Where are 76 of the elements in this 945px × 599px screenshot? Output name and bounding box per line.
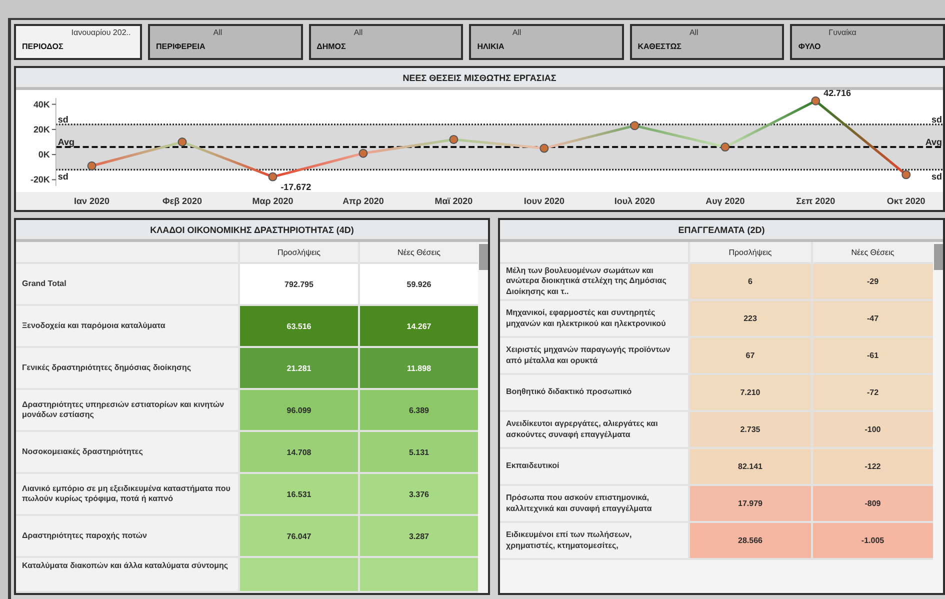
axis-label: Ιουν 2020 [524,196,564,206]
table-cell: 76.047 [238,516,358,556]
data-point [178,138,187,146]
table-cell: 223 [688,301,810,336]
line-label: Avg [925,137,942,148]
axis-label: Μαϊ 2020 [434,196,473,206]
table-cell: 7.210 [688,375,810,410]
table-cell: 11.898 [358,348,478,388]
axis-label: Μαρ 2020 [252,196,294,206]
axis-label: -20K [30,174,50,185]
scrollbar[interactable] [934,244,943,270]
axis-label: Ιαν 2020 [74,196,110,206]
table-cell: 16.531 [238,474,358,514]
table-cell: 3.376 [358,474,478,514]
data-label: -17.672 [280,182,312,192]
filter-dropdown[interactable]: ΗΛΙΚΙΑ All [469,24,624,60]
column-header: Προσλήψεις [238,242,358,262]
line-label: sd [932,172,942,182]
filter-dropdown[interactable]: ΚΑΘΕΣΤΩΣ All [630,24,784,60]
line-label: sd [58,114,68,124]
table-title: ΚΛΑΔΟΙ ΟΙΚΟΝΟΜΙΚΗΣ ΔΡΑΣΤΗΡΙΟΤΗΤΑΣ (4D) [16,220,488,242]
line-label: Avg [58,137,74,148]
table-cell: 5.131 [358,432,478,472]
table-cell: 6 [688,264,810,299]
filter-dropdown[interactable]: ΠΕΡΙΦΕΡΕΙΑ All [148,24,303,60]
column-header: Νέες Θέσεις [358,242,478,262]
axis-label: Αυγ 2020 [706,196,745,206]
table-cell: 17.979 [688,486,810,521]
data-point [358,148,368,158]
table-cell: 28.566 [688,523,810,558]
axis-label: 40K [33,99,50,110]
axis-label: Σεπ 2020 [796,196,836,206]
table-cell: 2.735 [688,412,810,447]
table-cell: 82.141 [688,449,810,484]
data-point [902,170,911,180]
axis-label: 20K [33,124,50,134]
line-label: sd [58,172,68,182]
chart-title: ΝΕΕΣ ΘΕΣΕΙΣ ΜΙΣΘΩΤΗΣ ΕΡΓΑΣΙΑΣ [16,68,943,90]
table-cell: -122 [810,449,933,484]
table-cell: 96.099 [238,390,358,430]
table-cell: -809 [810,486,933,521]
table-cell: -29 [810,264,933,299]
table-cell: -61 [810,338,933,373]
table-cell: 3.287 [358,516,478,556]
axis-label: Απρ 2020 [342,196,384,206]
axis-label: Οκτ 2020 [886,196,926,206]
table-cell: -72 [810,375,933,410]
data-point [87,161,96,170]
table-cell: 6.389 [358,390,478,430]
data-point [811,96,820,106]
data-point [268,172,278,182]
data-point [720,142,730,152]
column-header: Προσλήψεις [688,242,810,262]
axis-label: Φεβ 2020 [162,196,202,206]
filter-dropdown[interactable]: ΦΥΛΟ Γυναίκα [790,24,945,60]
data-point [540,144,549,153]
column-header: Νέες Θέσεις [810,242,933,262]
table-title: ΕΠΑΓΓΕΛΜΑΤΑ (2D) [500,220,943,242]
filter-dropdown[interactable]: ΔΗΜΟΣ All [308,24,464,60]
table-cell: 59.926 [358,264,478,304]
scrollbar[interactable] [479,244,488,270]
data-point [630,121,640,130]
filter-dropdown[interactable]: ΠΕΡΙΟΔΟΣ Ιανουαρίου 202.. [14,24,142,60]
table-cell: 63.516 [238,306,358,346]
data-point [449,134,458,144]
table-cell: -100 [810,412,933,447]
table-cell: 792.795 [238,264,358,304]
table-cell: 21.281 [238,348,358,388]
table-cell: 67 [688,338,810,373]
table-cell: 14.267 [358,306,478,346]
axis-label: 0K [38,150,50,160]
table-cell: -1.005 [810,523,933,558]
axis-label: Ιουλ 2020 [614,196,655,206]
line-label: sd [932,114,942,124]
table-cell: -47 [810,301,933,336]
table-cell: 14.708 [238,432,358,472]
